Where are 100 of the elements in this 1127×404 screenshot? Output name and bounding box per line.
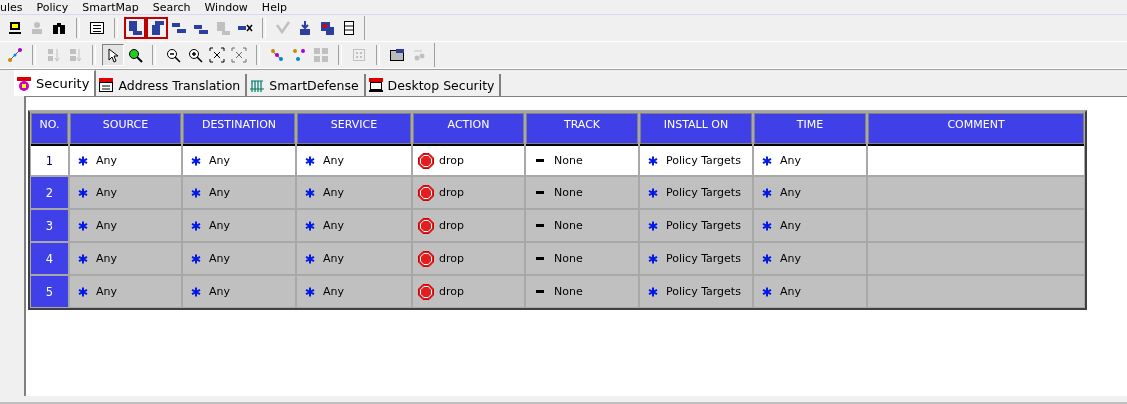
cell-text: Any [780,285,801,298]
cell-text: Any [209,186,230,199]
computer-icon [7,20,23,36]
dash-icon [536,256,544,261]
menu-item[interactable]: Policy [36,0,83,14]
download-icon [297,20,313,36]
rule-number[interactable]: 4 [31,243,68,274]
asterisk-icon [762,286,772,297]
asterisk-icon [305,253,315,264]
dash-icon [536,223,544,228]
asterisk-icon [191,220,201,231]
cell-text: Any [96,252,117,265]
cell-text: Any [96,285,117,298]
toolbar-button[interactable] [124,17,146,39]
toolbar-button[interactable] [102,44,124,66]
dash-icon [536,190,544,195]
fit-icon [231,47,247,63]
cell-text: Policy Targets [666,154,741,167]
column-header[interactable]: NO. [31,113,68,144]
bars-icon [171,20,187,36]
asterisk-icon [78,220,88,231]
cell-text: Any [323,186,344,199]
cell-text: Any [323,154,344,167]
column-header[interactable]: ACTION [413,113,524,144]
stop-icon [418,283,434,300]
cell-text: Policy Targets [666,219,741,232]
binoculars-icon [51,20,67,36]
sort-icon [67,47,83,63]
table-icon [215,20,231,36]
table-icon [127,20,143,36]
asterisk-icon [78,286,88,297]
cell-text: Any [96,219,117,232]
dash-icon [536,289,544,294]
menu-item[interactable]: Search [152,0,205,14]
cell-text: Any [96,186,117,199]
toolbar-button[interactable] [206,44,228,66]
asterisk-icon [305,187,315,198]
cell-text: Any [323,285,344,298]
zoom-in-icon [187,47,203,63]
menu-item[interactable]: SmartMap [82,0,153,14]
cell-text: Any [209,154,230,167]
menu-item[interactable]: Window [204,0,262,14]
dots-icon [411,47,427,63]
cell-text: Any [209,219,230,232]
monitor-icon [367,77,384,93]
rule-number[interactable]: 1 [31,144,68,175]
column-header[interactable]: COMMENT [868,113,1084,144]
asterisk-icon [762,253,772,264]
asterisk-icon [648,253,658,264]
column-header[interactable]: TRACK [526,113,638,144]
column-header[interactable]: SOURCE [70,113,181,144]
person-icon [29,20,45,36]
stop-icon [418,184,434,201]
asterisk-icon [305,155,315,166]
blocks-icon [313,47,329,63]
tab[interactable]: SmartDefense [247,74,366,96]
asterisk-icon [191,253,201,264]
column-header[interactable]: INSTALL ON [640,113,752,144]
nodes-icon [269,47,285,63]
cell-text: drop [439,154,464,167]
column-header[interactable]: TIME [754,113,866,144]
asterisk-icon [305,220,315,231]
column-header[interactable]: SERVICE [297,113,411,144]
asterisk-icon [78,155,88,166]
cell-text: drop [439,285,464,298]
cell-text: Any [209,252,230,265]
cell-text: None [554,252,583,265]
cell-text: None [554,285,583,298]
cell-text: Any [780,186,801,199]
menu-item[interactable]: ules [0,0,37,14]
stop-icon [418,217,434,234]
cell-text: Policy Targets [666,252,741,265]
tab[interactable]: Address Translation [96,74,248,96]
cell-text: None [554,186,583,199]
cell-text: drop [439,186,464,199]
cell-text: Any [323,252,344,265]
menu-item[interactable]: Help [261,0,301,14]
cell-text: Any [780,219,801,232]
rule-number[interactable]: 5 [31,276,68,307]
fit-icon [209,47,225,63]
cell-text: Any [96,154,117,167]
pointer-icon [105,47,121,63]
table-icon [149,20,165,36]
windows-icon [319,20,335,36]
zoom-out-icon [165,47,181,63]
dash-icon [536,158,544,163]
asterisk-icon [191,286,201,297]
list-icon [89,20,105,36]
column-header[interactable]: DESTINATION [183,113,295,144]
zoom-icon [127,47,143,63]
stop-icon [418,250,434,267]
cell-text: Policy Targets [666,285,741,298]
rule-number[interactable]: 2 [31,177,68,208]
blocks-icon [351,47,367,63]
asterisk-icon [648,155,658,166]
toolbar-button[interactable] [146,17,168,39]
tab[interactable]: Security [14,70,97,96]
cell-text: drop [439,252,464,265]
asterisk-icon [762,187,772,198]
rule-number[interactable]: 3 [31,210,68,241]
